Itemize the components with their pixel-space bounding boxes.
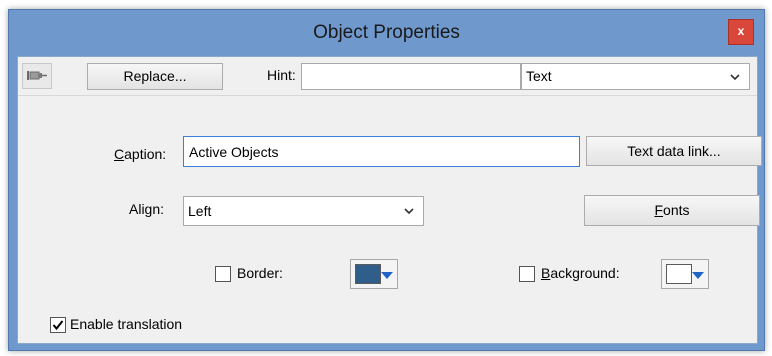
dialog-body: Replace... Hint: Text Caption: Text data…: [17, 56, 762, 344]
background-label: Background:: [541, 265, 620, 281]
type-select[interactable]: Text: [521, 63, 750, 90]
pin-button[interactable]: [22, 63, 52, 89]
toolbar-divider: [18, 95, 757, 96]
dropdown-arrow-icon: [381, 272, 393, 279]
checkmark-icon: [52, 320, 64, 331]
fonts-button-accel: F: [654, 202, 664, 218]
border-checkbox[interactable]: [215, 266, 231, 282]
close-button[interactable]: x: [728, 19, 754, 45]
caption-label: Caption:: [114, 146, 166, 162]
align-select[interactable]: Left: [183, 196, 424, 226]
caption-label-rest: aption:: [124, 146, 167, 162]
border-color-swatch: [355, 264, 381, 284]
replace-button[interactable]: Replace...: [87, 63, 223, 90]
enable-translation-checkbox[interactable]: [50, 317, 66, 333]
background-label-rest: ackground:: [550, 265, 620, 281]
hint-input[interactable]: [301, 63, 521, 90]
pin-icon: [27, 71, 47, 80]
background-color-swatch: [666, 264, 692, 284]
align-select-value: Left: [188, 203, 212, 219]
type-select-value: Text: [526, 68, 552, 84]
chevron-down-icon: [730, 73, 740, 80]
dropdown-arrow-icon: [692, 272, 704, 279]
border-label: Border:: [237, 265, 283, 281]
dialog-title: Object Properties: [313, 22, 460, 43]
caption-input[interactable]: [183, 136, 580, 167]
caption-label-accel: C: [114, 146, 125, 162]
fonts-button[interactable]: Fonts: [584, 195, 760, 226]
enable-translation-label: Enable translation: [70, 316, 183, 332]
text-data-link-button[interactable]: Text data link...: [586, 136, 762, 166]
object-properties-window: Object Properties x Replace... Hint: Tex…: [0, 0, 772, 356]
border-color-button[interactable]: [350, 259, 398, 289]
fonts-button-rest: onts: [663, 202, 690, 218]
align-label: Align:: [129, 201, 165, 217]
dialog-frame: Object Properties x Replace... Hint: Tex…: [8, 9, 765, 351]
background-color-button[interactable]: [661, 259, 709, 289]
background-checkbox[interactable]: [519, 266, 535, 282]
hint-label: Hint:: [267, 67, 296, 83]
background-label-accel: B: [541, 265, 551, 281]
chevron-down-icon: [404, 208, 414, 215]
